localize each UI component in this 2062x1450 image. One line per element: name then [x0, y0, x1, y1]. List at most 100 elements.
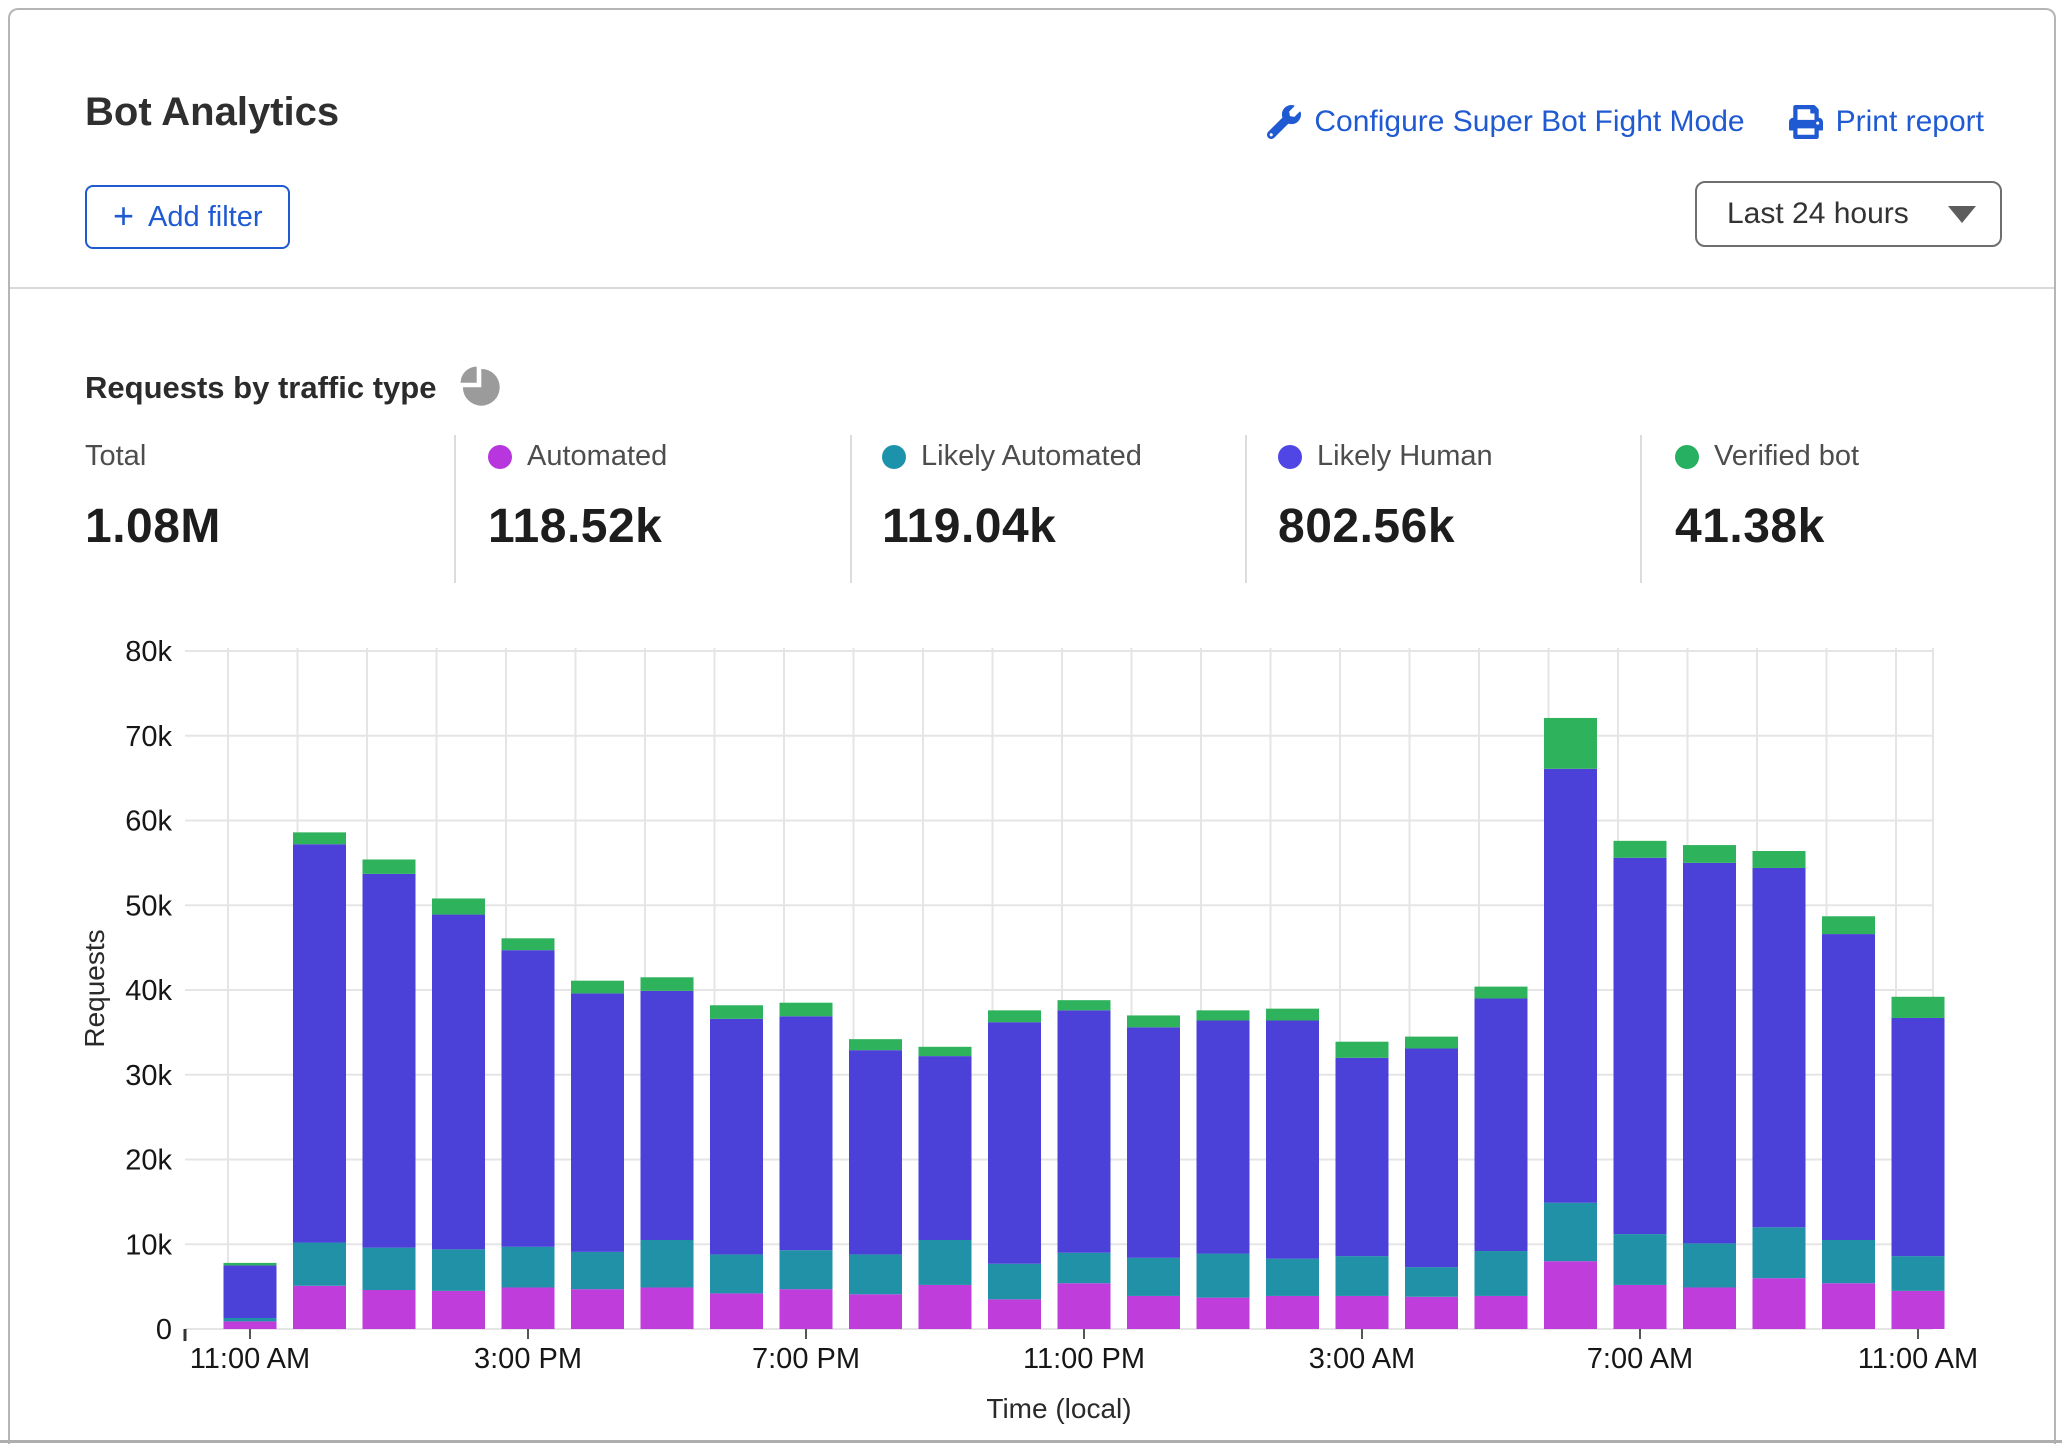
bar-segment — [1892, 1018, 1945, 1256]
bar-segment — [849, 1039, 902, 1050]
bar-segment — [988, 1022, 1041, 1264]
stat-label: Likely Human — [1317, 440, 1493, 473]
bar-segment — [1197, 1010, 1250, 1020]
bar-segment — [1197, 1298, 1250, 1329]
bar-segment — [1683, 863, 1736, 1244]
bar-segment — [1892, 1291, 1945, 1329]
bar-segment — [1544, 769, 1597, 1203]
stat-value: 41.38k — [1675, 499, 1859, 554]
bar-segment — [919, 1285, 972, 1329]
bar-segment — [988, 1299, 1041, 1329]
bar-segment — [1405, 1267, 1458, 1297]
stat-dot — [1278, 445, 1302, 469]
bar-segment — [1197, 1254, 1250, 1298]
bar-segment — [1475, 1251, 1528, 1296]
bar-segment — [1614, 858, 1667, 1234]
bar-segment — [363, 1248, 416, 1290]
bar-segment — [1266, 1259, 1319, 1296]
stat-dot — [488, 445, 512, 469]
stat-label: Total — [85, 440, 146, 473]
bar-segment — [1127, 1027, 1180, 1258]
print-report-link[interactable]: Print report — [1789, 105, 1984, 139]
bar-segment — [1544, 718, 1597, 769]
header-divider — [10, 287, 2054, 289]
stat-label: Automated — [527, 440, 667, 473]
bar-segment — [502, 950, 555, 1247]
wrench-icon — [1267, 105, 1301, 139]
bar-segment — [1058, 1283, 1111, 1329]
bar-segment — [1058, 1253, 1111, 1284]
plus-icon: + — [113, 198, 134, 234]
bar-segment — [432, 898, 485, 914]
bar-segment — [363, 859, 416, 873]
bar-segment — [641, 991, 694, 1240]
bar-segment — [1058, 1000, 1111, 1010]
bar-segment — [641, 1240, 694, 1287]
bar-segment — [1822, 1240, 1875, 1283]
bar-segment — [1266, 1009, 1319, 1021]
bar-segment — [1405, 1048, 1458, 1267]
stat-total: Total 1.08M — [85, 440, 221, 554]
bar-segment — [571, 993, 624, 1251]
bar-segment — [919, 1240, 972, 1285]
bar-segment — [432, 1249, 485, 1291]
bar-segment — [710, 1005, 763, 1019]
bar-segment — [780, 1003, 833, 1017]
bar-segment — [1544, 1203, 1597, 1261]
bar-segment — [224, 1321, 277, 1329]
bar-segment — [1753, 868, 1806, 1227]
stat-automated: Automated 118.52k — [488, 440, 667, 554]
header-links: Configure Super Bot Fight Mode Print rep… — [1267, 105, 1984, 139]
chevron-down-icon — [1948, 206, 1976, 223]
bar-segment — [919, 1047, 972, 1056]
bar-segment — [571, 981, 624, 994]
bar-segment — [1753, 851, 1806, 868]
bar-segment — [1892, 997, 1945, 1018]
stat-likely-human: Likely Human 802.56k — [1278, 440, 1493, 554]
pie-chart-icon — [456, 362, 502, 413]
bar-segment — [780, 1016, 833, 1250]
stat-divider — [454, 435, 456, 583]
bar-segment — [293, 844, 346, 1242]
bar-segment — [1475, 1296, 1528, 1329]
bar-segment — [641, 977, 694, 991]
add-filter-label: Add filter — [148, 201, 262, 234]
bar-segment — [502, 1247, 555, 1288]
bar-segment — [1614, 841, 1667, 858]
bar-segment — [1058, 1010, 1111, 1252]
bar-segment — [293, 1243, 346, 1286]
bar-segment — [1683, 845, 1736, 863]
page-title: Bot Analytics — [85, 90, 339, 135]
bar-segment — [1336, 1058, 1389, 1256]
stat-verified-bot: Verified bot 41.38k — [1675, 440, 1859, 554]
bar-segment — [224, 1265, 277, 1318]
configure-sbfm-link[interactable]: Configure Super Bot Fight Mode — [1267, 105, 1744, 139]
bar-segment — [293, 832, 346, 844]
bar-segment — [988, 1010, 1041, 1022]
bar-segment — [502, 1287, 555, 1329]
stat-divider — [850, 435, 852, 583]
stat-dot — [1675, 445, 1699, 469]
section-bottom-divider — [0, 1440, 2062, 1443]
bar-segment — [1336, 1042, 1389, 1058]
stat-label: Likely Automated — [921, 440, 1142, 473]
bar-segment — [1475, 998, 1528, 1251]
stat-value: 118.52k — [488, 499, 667, 554]
bar-segment — [849, 1254, 902, 1294]
bar-segment — [1266, 1021, 1319, 1259]
bar-segment — [780, 1250, 833, 1289]
bar-segment — [363, 1290, 416, 1329]
stat-dot — [882, 445, 906, 469]
add-filter-button[interactable]: + Add filter — [85, 185, 290, 249]
bar-segment — [780, 1289, 833, 1329]
bar-segment — [988, 1264, 1041, 1300]
time-range-select[interactable]: Last 24 hours — [1695, 181, 2002, 247]
bar-segment — [1266, 1296, 1319, 1329]
bar-segment — [1336, 1256, 1389, 1296]
bar-segment — [1683, 1287, 1736, 1329]
bar-segment — [1336, 1296, 1389, 1329]
bar-segment — [710, 1293, 763, 1329]
bar-segment — [1127, 1296, 1180, 1329]
configure-sbfm-label: Configure Super Bot Fight Mode — [1314, 105, 1744, 139]
bar-segment — [571, 1252, 624, 1289]
